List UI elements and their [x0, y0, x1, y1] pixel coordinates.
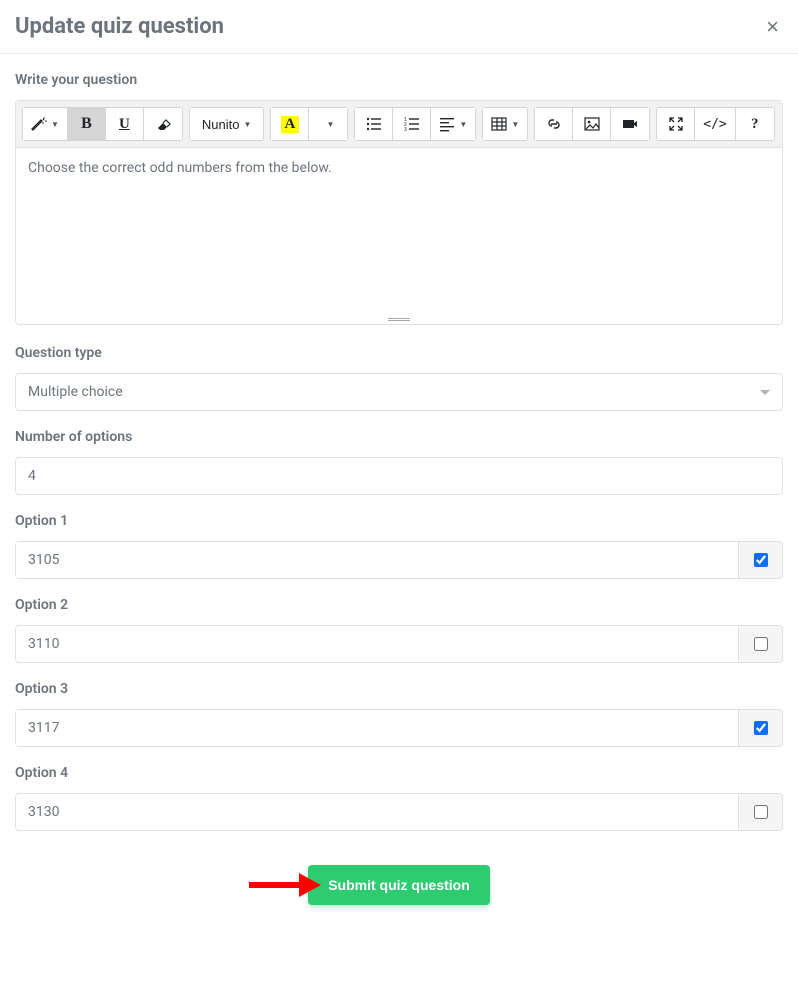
option-4-label: Option 4: [15, 765, 783, 781]
option-4-field: Option 4: [15, 765, 783, 831]
option-row: [15, 793, 783, 831]
svg-text:3: 3: [404, 127, 407, 132]
code-view-button[interactable]: </>: [695, 108, 735, 140]
option-1-field: Option 1: [15, 513, 783, 579]
paragraph-align-button[interactable]: ▼: [431, 108, 475, 140]
eraser-button[interactable]: [144, 108, 182, 140]
fullscreen-button[interactable]: [657, 108, 695, 140]
bold-icon: B: [81, 115, 92, 133]
question-type-value: Multiple choice: [28, 384, 123, 400]
toolbar-group-color: A ▼: [270, 107, 348, 141]
magic-wand-button[interactable]: ▼: [23, 108, 68, 140]
table-icon: [491, 116, 507, 132]
align-icon: [439, 116, 455, 132]
highlight-color-more-button[interactable]: ▼: [309, 108, 347, 140]
question-type-field: Question type Multiple choice: [15, 345, 783, 411]
fullscreen-icon: [668, 116, 684, 132]
table-button[interactable]: ▼: [483, 108, 527, 140]
toolbar-group-insert: [534, 107, 650, 141]
editor-toolbar: ▼ B U Nunito ▼ A ▼: [16, 101, 782, 148]
option-1-correct-wrap: [738, 542, 782, 578]
toolbar-group-style: ▼ B U: [22, 107, 183, 141]
option-row: [15, 541, 783, 579]
link-button[interactable]: [535, 108, 573, 140]
toolbar-group-font: Nunito ▼: [189, 107, 265, 141]
underline-icon: U: [119, 116, 130, 133]
option-2-input[interactable]: [16, 626, 738, 662]
option-1-correct-checkbox[interactable]: [754, 553, 768, 567]
rich-text-editor: ▼ B U Nunito ▼ A ▼: [15, 100, 783, 325]
code-icon: </>: [703, 117, 726, 132]
modal-body: Write your question ▼ B U Nunito ▼: [0, 54, 798, 935]
close-icon[interactable]: ×: [762, 16, 783, 38]
option-4-correct-checkbox[interactable]: [754, 805, 768, 819]
option-2-label: Option 2: [15, 597, 783, 613]
option-3-field: Option 3: [15, 681, 783, 747]
ordered-list-button[interactable]: 123: [393, 108, 431, 140]
option-3-input[interactable]: [16, 710, 738, 746]
num-options-field: Number of options: [15, 429, 783, 495]
option-4-correct-wrap: [738, 794, 782, 830]
highlight-color-button[interactable]: A: [271, 108, 309, 140]
option-2-correct-wrap: [738, 626, 782, 662]
option-2-field: Option 2: [15, 597, 783, 663]
font-family-label: Nunito: [202, 117, 240, 132]
modal-header: Update quiz question ×: [0, 0, 798, 54]
video-button[interactable]: [611, 108, 649, 140]
unordered-list-button[interactable]: [355, 108, 393, 140]
option-4-input[interactable]: [16, 794, 738, 830]
editor-resize-handle[interactable]: [16, 314, 782, 324]
chevron-down-icon: [760, 390, 770, 395]
submit-row: Submit quiz question: [15, 865, 783, 905]
video-icon: [622, 116, 638, 132]
toolbar-group-list: 123 ▼: [354, 107, 476, 141]
option-3-label: Option 3: [15, 681, 783, 697]
list-ul-icon: [366, 116, 382, 132]
image-button[interactable]: [573, 108, 611, 140]
font-family-select[interactable]: Nunito ▼: [190, 108, 264, 140]
toolbar-group-misc: </> ?: [656, 107, 774, 141]
list-ol-icon: 123: [404, 116, 420, 132]
question-type-select[interactable]: Multiple choice: [15, 373, 783, 411]
eraser-icon: [155, 116, 171, 132]
help-icon: ?: [751, 116, 759, 133]
option-row: [15, 625, 783, 663]
num-options-label: Number of options: [15, 429, 783, 445]
question-type-label: Question type: [15, 345, 783, 361]
modal-title: Update quiz question: [15, 14, 224, 39]
magic-wand-icon: [31, 116, 47, 132]
option-row: [15, 709, 783, 747]
editor-content-area[interactable]: Choose the correct odd numbers from the …: [16, 148, 782, 318]
arrow-head-icon: [299, 873, 321, 897]
option-3-correct-wrap: [738, 710, 782, 746]
arrow-annotation: [249, 873, 321, 897]
underline-button[interactable]: U: [106, 108, 144, 140]
option-3-correct-checkbox[interactable]: [754, 721, 768, 735]
image-icon: [584, 116, 600, 132]
option-1-label: Option 1: [15, 513, 783, 529]
option-2-correct-checkbox[interactable]: [754, 637, 768, 651]
arrow-line-icon: [249, 882, 299, 888]
help-button[interactable]: ?: [736, 108, 774, 140]
link-icon: [546, 116, 562, 132]
highlight-icon: A: [281, 116, 300, 133]
toolbar-group-table: ▼: [482, 107, 528, 141]
bold-button[interactable]: B: [68, 108, 106, 140]
num-options-input[interactable]: [15, 457, 783, 495]
submit-quiz-question-button[interactable]: Submit quiz question: [308, 865, 490, 905]
question-editor-label: Write your question: [15, 72, 783, 88]
option-1-input[interactable]: [16, 542, 738, 578]
